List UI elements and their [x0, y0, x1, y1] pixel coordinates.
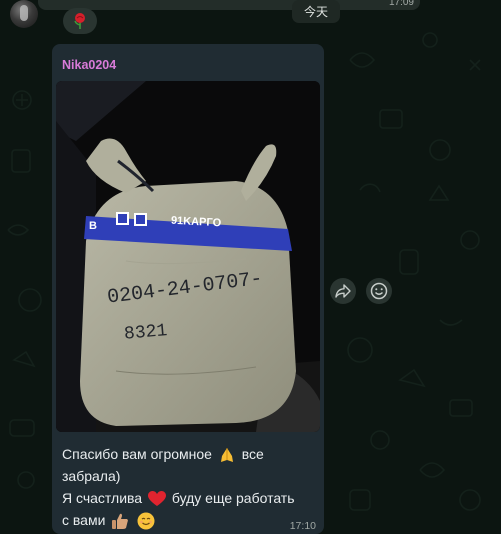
forward-button[interactable]: [330, 278, 356, 304]
previous-message-time: 17:09: [388, 0, 414, 8]
sender-name[interactable]: Nika0204: [62, 58, 116, 72]
bag-label-prefix: B: [89, 220, 97, 232]
folded-hands-emoji: [220, 448, 233, 463]
smiling-face-emoji: [137, 512, 155, 530]
thumbs-up-emoji: [112, 514, 129, 530]
caption-text-3: забрала): [62, 468, 121, 484]
caption-text-4: Я счастлива: [62, 490, 143, 506]
emoji-reaction-icon: [370, 282, 388, 300]
caption-text-6: с вами: [62, 512, 106, 528]
caption-text-2: все: [241, 446, 264, 462]
forward-icon: [335, 284, 351, 298]
rose-emoji: [74, 13, 85, 29]
message-caption: Спасибо вам огромное все забрала) Я счас…: [62, 443, 308, 531]
message-time: 17:10: [289, 520, 316, 532]
react-button[interactable]: [366, 278, 392, 304]
handwritten-code: 8321: [123, 321, 168, 345]
caption-text-5: буду еще работать: [171, 490, 295, 506]
sender-avatar[interactable]: [10, 0, 38, 28]
caption-text-1: Спасибо вам огромное: [62, 446, 212, 462]
scrollbar[interactable]: [495, 0, 501, 531]
message-bubble[interactable]: Nika0204 91KAPГO B 0204-24-0707- 8321 Сп…: [52, 44, 324, 534]
message-photo[interactable]: 91KAPГO B 0204-24-0707- 8321: [56, 81, 320, 432]
rose-reaction[interactable]: [63, 8, 97, 34]
date-separator: 今天: [292, 0, 340, 23]
red-heart-emoji: [147, 491, 166, 507]
previous-message-bubble[interactable]: 17:09: [38, 0, 420, 10]
